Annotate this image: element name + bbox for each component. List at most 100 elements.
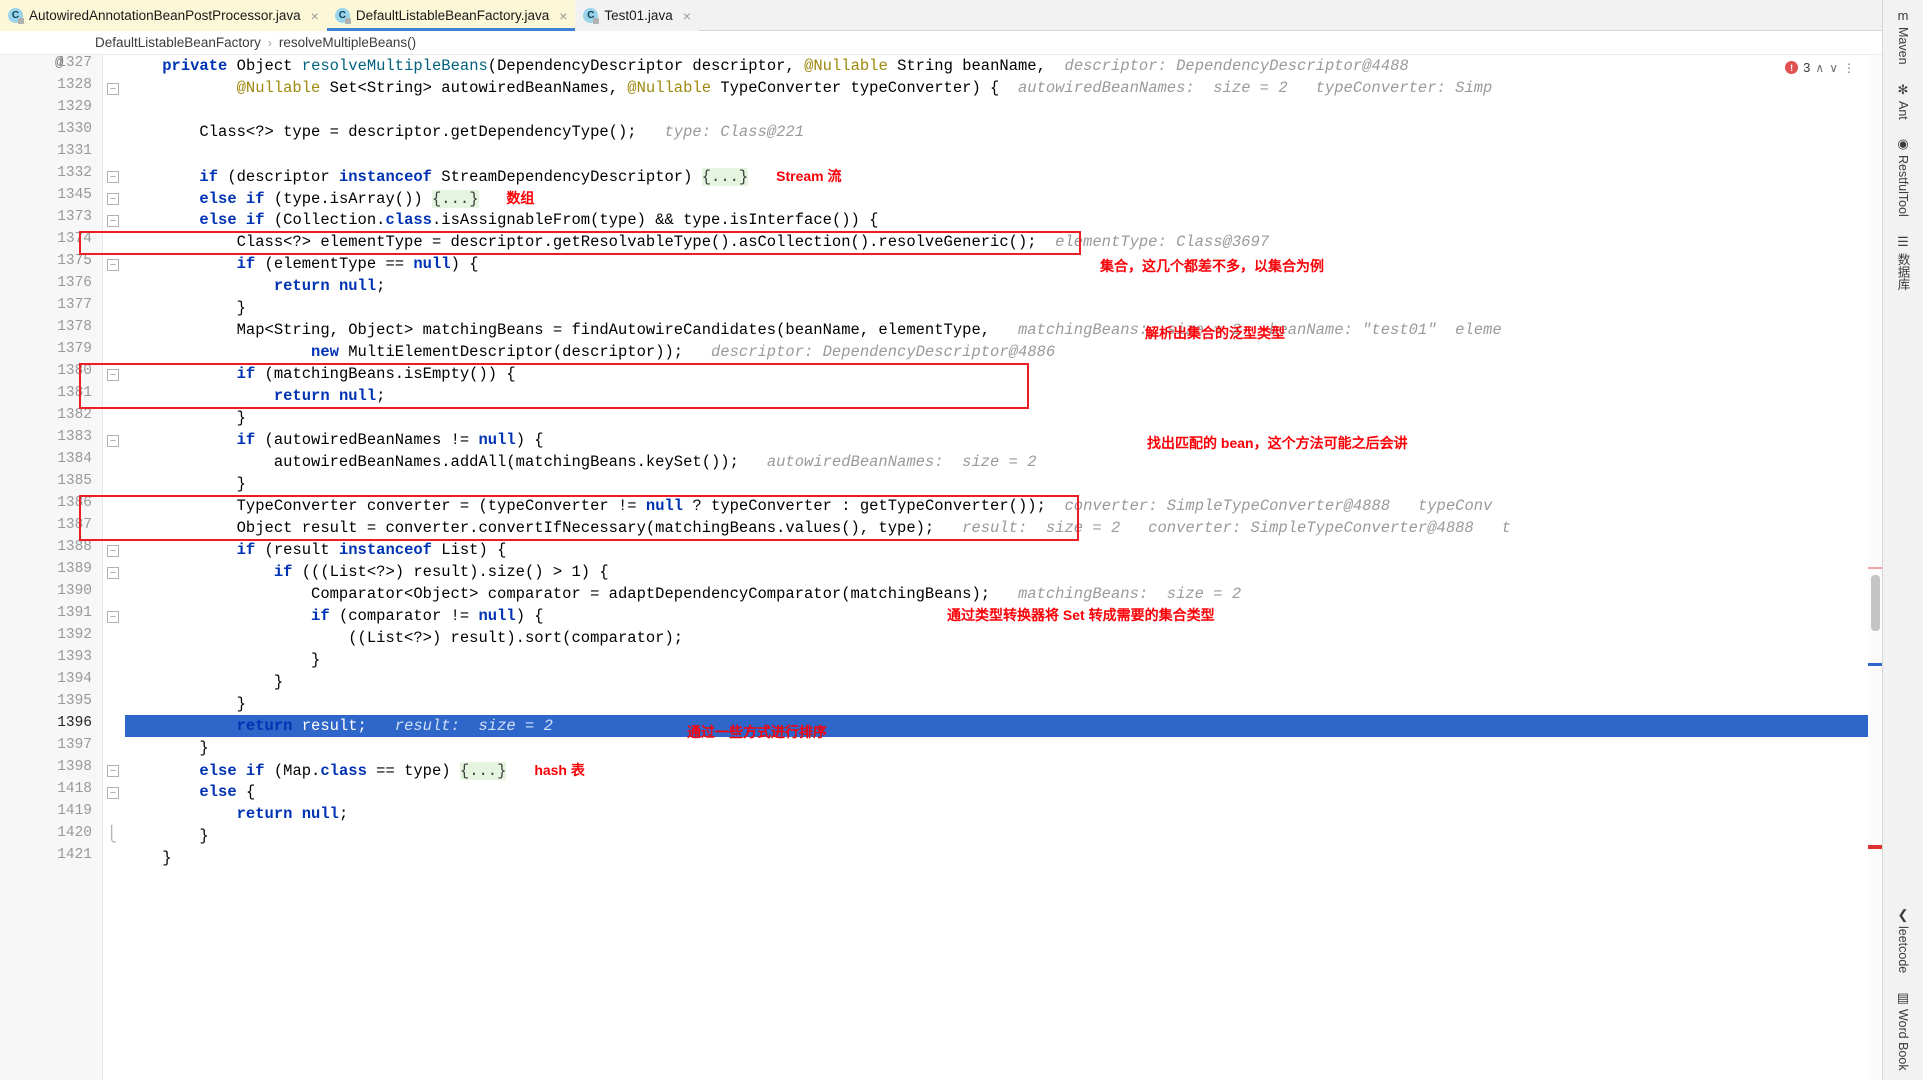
code-line-text: if (result instanceof List) { [236,541,507,559]
line-number: 1420 [57,825,92,841]
code-line[interactable]: if (((List<?>) result).size() > 1) { [125,561,1882,583]
code-line[interactable]: } [125,473,1882,495]
code-editor[interactable]: 1327 @1328 1329 1330 1331 1332 1345 1373 1374 137… [0,55,1882,1080]
code-line[interactable]: else if (Collection.class.isAssignableFr… [125,209,1882,231]
code-line-text: } [125,651,321,669]
code-line[interactable]: return null; [125,803,1882,825]
code-line-text: } [125,673,284,691]
code-line[interactable]: Object result = converter.convertIfNeces… [125,517,1882,539]
close-icon[interactable]: × [559,9,567,23]
inspection-widget[interactable]: ! 3 ∧ ∨ ⋮ [1782,59,1858,76]
code-line[interactable]: ((List<?>) result).sort(comparator); [125,627,1882,649]
line-number: 1392 [57,627,92,643]
code-folding-gutter[interactable]: − − − − − − − − − − − − ⎩ [103,55,125,1080]
tool-window-label: leetcode [1896,926,1910,974]
line-number: 1330 [57,121,92,137]
line-number: 1375 [57,253,92,269]
fold-toggle-icon[interactable]: − [107,765,119,777]
breadcrumb-method[interactable]: resolveMultipleBeans() [279,35,416,50]
fold-toggle-icon[interactable]: − [107,215,119,227]
tool-window-button-word-book[interactable]: ▤ Word Book [1896,982,1910,1080]
editor-tab-1[interactable]: C DefaultListableBeanFactory.java × [326,0,576,31]
editor-scrollbar-track[interactable] [1868,55,1882,1080]
fold-toggle-icon[interactable]: − [107,83,119,95]
fold-toggle-icon[interactable]: − [107,787,119,799]
fold-brace-icon[interactable]: ⎩ [107,825,116,844]
code-line[interactable]: Class<?> elementType = descriptor.getRes… [125,231,1882,253]
fold-toggle-icon[interactable]: − [107,369,119,381]
code-line[interactable]: } [125,671,1882,693]
override-marker-icon[interactable]: @ [55,55,63,71]
line-number: 1419 [57,803,92,819]
line-number-gutter[interactable]: 1327 @1328 1329 1330 1331 1332 1345 1373 1374 137… [0,55,103,1080]
editor-tab-2[interactable]: C Test01.java × [575,0,699,31]
tool-window-button-restfultool[interactable]: ◉ RestfulTool [1896,128,1910,226]
tool-window-label: Ant [1896,100,1910,120]
line-number: 1381 [57,385,92,401]
previous-problem-icon[interactable]: ∧ [1815,61,1824,75]
code-line[interactable]: TypeConverter converter = (typeConverter… [125,495,1882,517]
fold-toggle-icon[interactable]: − [107,171,119,183]
code-line-text: return null; [236,805,349,823]
code-line[interactable]: else if (Map.class == type) {...} hash 表 [125,759,1882,781]
code-line[interactable]: } [125,825,1882,847]
code-line[interactable]: if (autowiredBeanNames != null) { [125,429,1882,451]
line-number: 1397 [57,737,92,753]
tool-window-button-数据库[interactable]: ☰ 数据库 [1894,226,1913,300]
code-line-text: autowiredBeanNames.addAll(matchingBeans.… [125,453,1037,471]
inspection-menu-icon[interactable]: ⋮ [1843,61,1855,75]
line-number: 1395 [57,693,92,709]
tool-window-button-ant[interactable]: ✻ Ant [1896,74,1910,129]
code-line[interactable]: Map<String, Object> matchingBeans = find… [125,319,1882,341]
code-line[interactable]: } [125,407,1882,429]
fold-toggle-icon[interactable]: − [107,435,119,447]
editor-tab-0[interactable]: C AutowiredAnnotationBeanPostProcessor.ja… [0,0,327,31]
code-line[interactable]: if (result instanceof List) { [125,539,1882,561]
close-icon[interactable]: × [683,9,691,23]
code-line[interactable]: Class<?> type = descriptor.getDependency… [125,121,1882,143]
tool-window-button-leetcode[interactable]: ❮ leetcode [1896,899,1910,982]
java-class-icon: C [334,8,351,24]
code-line[interactable]: @Nullable Set<String> autowiredBeanNames… [125,77,1882,99]
code-line[interactable]: if (descriptor instanceof StreamDependen… [125,165,1882,187]
code-line[interactable] [125,143,1882,165]
code-line-text: Class<?> elementType = descriptor.getRes… [125,233,1270,251]
code-line[interactable]: if (matchingBeans.isEmpty()) { [125,363,1882,385]
code-line[interactable]: if (elementType == null) { [125,253,1882,275]
breadcrumb-class[interactable]: DefaultListableBeanFactory [95,35,261,50]
fold-toggle-icon[interactable]: − [107,193,119,205]
code-line[interactable]: return null; [125,385,1882,407]
error-circle-icon: ! [1785,61,1799,74]
fold-toggle-icon[interactable]: − [107,545,119,557]
fold-toggle-icon[interactable]: − [107,567,119,579]
breadcrumb: DefaultListableBeanFactory › resolveMult… [0,31,1882,55]
code-line[interactable]: Comparator<Object> comparator = adaptDep… [125,583,1882,605]
code-line[interactable]: autowiredBeanNames.addAll(matchingBeans.… [125,451,1882,473]
code-line[interactable]: private Object resolveMultipleBeans(Depe… [125,55,1882,77]
code-line[interactable]: } [125,737,1882,759]
fold-toggle-icon[interactable]: − [107,259,119,271]
editor-scrollbar-thumb[interactable] [1871,575,1880,631]
code-line[interactable]: return result; result: size = 2 [125,715,1882,737]
code-line[interactable] [125,99,1882,121]
tool-window-button-maven[interactable]: m Maven [1896,0,1910,74]
code-line[interactable]: } [125,649,1882,671]
code-line[interactable]: } [125,297,1882,319]
code-line[interactable]: return null; [125,275,1882,297]
code-line[interactable]: } [125,693,1882,715]
code-line[interactable]: else if (type.isArray()) {...} 数组 [125,187,1882,209]
close-icon[interactable]: × [311,9,319,23]
editor-tab-label: AutowiredAnnotationBeanPostProcessor.jav… [29,8,301,23]
annotation-text: 找出匹配的 bean，这个方法可能之后会讲 [1147,435,1408,451]
line-number: 1418 [57,781,92,797]
code-line[interactable]: else { [125,781,1882,803]
editor-tab-bar: C AutowiredAnnotationBeanPostProcessor.ja… [0,0,1882,31]
code-content[interactable]: private Object resolveMultipleBeans(Depe… [125,55,1882,1080]
line-number: 1376 [57,275,92,291]
code-line[interactable]: } [125,847,1882,869]
fold-toggle-icon[interactable]: − [107,611,119,623]
code-line[interactable]: new MultiElementDescriptor(descriptor));… [125,341,1882,363]
annotation-text: 解析出集合的泛型类型 [1145,325,1285,341]
next-problem-icon[interactable]: ∨ [1829,61,1838,75]
line-number: 1398 [57,759,92,775]
